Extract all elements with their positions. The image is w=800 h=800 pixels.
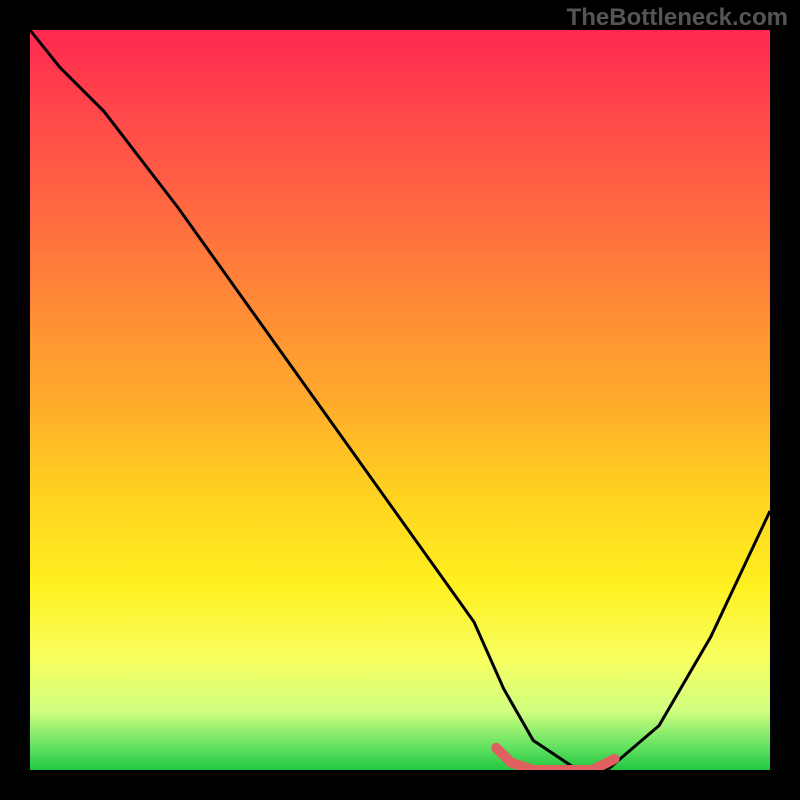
valley-highlight-segment xyxy=(496,748,614,770)
bottleneck-curve xyxy=(30,30,770,770)
watermark-text: TheBottleneck.com xyxy=(567,4,788,32)
chart-plot-area xyxy=(30,30,770,770)
chart-svg xyxy=(30,30,770,770)
